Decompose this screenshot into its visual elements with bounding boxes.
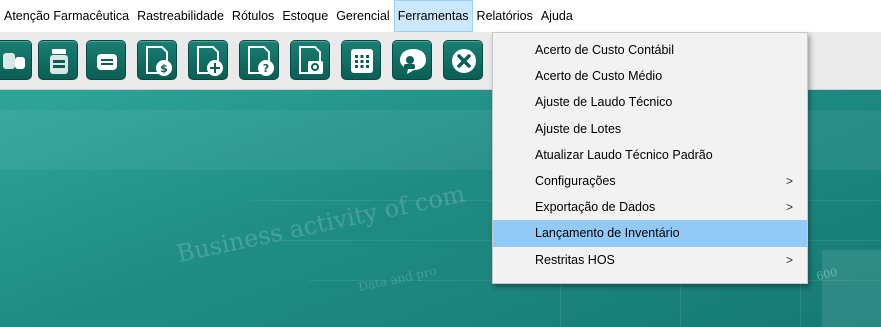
- menu-item-label: Restritas HOS: [535, 252, 615, 267]
- menu-item-label: Acerto de Custo Médio: [535, 69, 663, 84]
- menu-bar: Atenção Farmacêutica Rastreabilidade Rót…: [0, 0, 881, 32]
- submenu-arrow-icon: >: [785, 252, 793, 267]
- menu-gerencial[interactable]: Gerencial: [332, 0, 394, 32]
- menu-item-label: Atualizar Laudo Técnico Padrão: [535, 147, 713, 162]
- menu-ajuda[interactable]: Ajuda: [537, 0, 577, 32]
- chat-user-button[interactable]: [392, 40, 432, 80]
- menu-item-ajuste-lotes[interactable]: Ajuste de Lotes: [493, 116, 807, 142]
- svg-text:?: ?: [263, 62, 269, 75]
- submenu-arrow-icon: >: [785, 200, 793, 215]
- menu-rotulos[interactable]: Rótulos: [228, 0, 278, 32]
- menu-item-label: Exportação de Dados: [535, 200, 656, 215]
- ferramentas-dropdown-menu: Acerto de Custo Contábil Acerto de Custo…: [492, 32, 808, 284]
- menu-item-restritas-hos[interactable]: Restritas HOS >: [493, 247, 807, 273]
- menu-rastreabilidade[interactable]: Rastreabilidade: [133, 0, 228, 32]
- document-search-button[interactable]: [290, 40, 330, 80]
- document-dollar-icon: $: [146, 46, 172, 76]
- menu-item-label: Ajuste de Lotes: [535, 121, 622, 136]
- medicine-bottle-button[interactable]: [38, 40, 78, 80]
- document-help-icon: ?: [248, 46, 274, 76]
- label-icon: [97, 54, 117, 70]
- menu-item-label: Configurações: [535, 173, 616, 188]
- document-dollar-button[interactable]: $: [137, 40, 177, 80]
- background-watermark-subtitle: Data and pro: [357, 263, 438, 294]
- document-add-icon: [197, 46, 223, 76]
- document-search-icon: [299, 46, 323, 74]
- pills-button[interactable]: [0, 40, 32, 80]
- menu-item-label: Acerto de Custo Contábil: [535, 43, 674, 57]
- pills-icon: [3, 53, 25, 69]
- menu-estoque[interactable]: Estoque: [278, 0, 332, 32]
- menu-item-lancamento-inventario[interactable]: Lançamento de Inventário: [493, 220, 807, 247]
- menu-item-acerto-custo-medio[interactable]: Acerto de Custo Médio: [493, 63, 807, 89]
- menu-item-atualizar-laudo-tecnico-padrao[interactable]: Atualizar Laudo Técnico Padrão: [493, 142, 807, 168]
- label-button[interactable]: [86, 40, 126, 80]
- document-add-button[interactable]: [188, 40, 228, 80]
- menu-atencao-farmaceutica[interactable]: Atenção Farmacêutica: [0, 0, 133, 32]
- chat-user-icon: [400, 49, 426, 74]
- menu-relatorios[interactable]: Relatórios: [473, 0, 537, 32]
- close-icon: [452, 49, 476, 73]
- background-chart-bar: [822, 250, 881, 327]
- menu-item-label: Lançamento de Inventário: [535, 226, 680, 241]
- menu-item-acerto-custo-contabil[interactable]: Acerto de Custo Contábil: [493, 37, 807, 63]
- menu-item-label: Ajuste de Laudo Técnico: [535, 95, 673, 110]
- calculator-button[interactable]: [341, 40, 381, 80]
- submenu-arrow-icon: >: [785, 173, 793, 188]
- calculator-icon: [351, 49, 373, 73]
- menu-item-exportacao-dados[interactable]: Exportação de Dados >: [493, 194, 807, 220]
- menu-ferramentas[interactable]: Ferramentas: [393, 0, 473, 32]
- menu-item-ajuste-laudo-tecnico[interactable]: Ajuste de Laudo Técnico: [493, 89, 807, 115]
- background-watermark-title: Business activity of com: [174, 179, 468, 268]
- svg-text:$: $: [160, 62, 168, 75]
- close-button[interactable]: [443, 40, 483, 80]
- medicine-bottle-icon: [50, 49, 68, 74]
- document-help-button[interactable]: ?: [239, 40, 279, 80]
- menu-item-configuracoes[interactable]: Configurações >: [493, 168, 807, 194]
